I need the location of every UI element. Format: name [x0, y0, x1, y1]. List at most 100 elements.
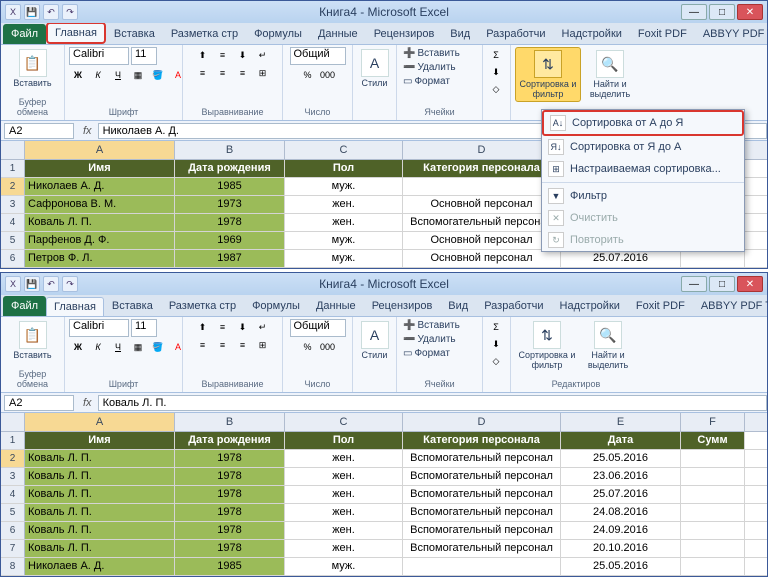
tab-data[interactable]: Данные [308, 296, 364, 316]
align-center-button[interactable]: ≡ [214, 337, 232, 353]
col-header-f[interactable]: F [681, 413, 745, 431]
cell-gender[interactable]: жен. [285, 504, 403, 521]
cell-date[interactable]: 25.05.2016 [561, 450, 681, 467]
col-header-c[interactable]: C [285, 413, 403, 431]
cell-category[interactable]: Основной персонал [403, 232, 561, 249]
cell-dob[interactable]: 1978 [175, 450, 285, 467]
row-header[interactable]: 5 [1, 504, 25, 521]
tab-page-layout[interactable]: Разметка стр [161, 296, 244, 316]
excel-icon[interactable]: X [5, 276, 21, 292]
wrap-text-button[interactable]: ↵ [254, 47, 272, 63]
tab-file[interactable]: Файл [3, 24, 46, 44]
cell-category[interactable]: Вспомогательный персонал [403, 486, 561, 503]
cell-name[interactable]: Сафронова В. М. [25, 196, 175, 213]
cell-dob[interactable]: 1978 [175, 504, 285, 521]
tab-foxit[interactable]: Foxit PDF [630, 24, 695, 44]
tab-insert[interactable]: Вставка [106, 24, 163, 44]
row-header[interactable]: 6 [1, 522, 25, 539]
maximize-button[interactable]: □ [709, 276, 735, 292]
col-header-b[interactable]: B [175, 141, 285, 159]
sort-filter-button[interactable]: ⇅Сортировка и фильтр [515, 319, 579, 372]
spreadsheet-grid[interactable]: A B C D E F 1 Имя Дата рождения Пол Кате… [1, 413, 767, 576]
clear-filter-item[interactable]: ✕ Очистить [542, 207, 744, 229]
fill-button[interactable]: ⬇ [487, 64, 505, 80]
undo-icon[interactable]: ↶ [43, 276, 59, 292]
cell-name[interactable]: Коваль Л. П. [25, 522, 175, 539]
header-category[interactable]: Категория персонала [403, 160, 561, 177]
cell-date[interactable]: 25.05.2016 [561, 558, 681, 575]
cell-name[interactable]: Коваль Л. П. [25, 450, 175, 467]
tab-review[interactable]: Рецензиров [364, 296, 441, 316]
align-right-button[interactable]: ≡ [234, 337, 252, 353]
comma-button[interactable]: 000 [319, 339, 337, 355]
cell-gender[interactable]: муж. [285, 178, 403, 195]
cell-gender[interactable]: муж. [285, 250, 403, 267]
format-cells-button[interactable]: ▭Формат [401, 347, 478, 360]
cell-sum[interactable] [681, 250, 745, 267]
col-header-d[interactable]: D [403, 141, 561, 159]
fill-color-button[interactable]: 🪣 [149, 339, 167, 355]
tab-addins[interactable]: Надстройки [554, 24, 630, 44]
number-format-select[interactable]: Общий [290, 47, 346, 65]
row-header[interactable]: 4 [1, 214, 25, 231]
number-format-select[interactable]: Общий [290, 319, 346, 337]
tab-insert[interactable]: Вставка [104, 296, 161, 316]
col-header-a[interactable]: A [25, 413, 175, 431]
redo-icon[interactable]: ↷ [62, 4, 78, 20]
close-button[interactable]: ✕ [737, 276, 763, 292]
minimize-button[interactable]: — [681, 276, 707, 292]
name-box[interactable]: A2 [4, 395, 74, 411]
reapply-item[interactable]: ↻ Повторить [542, 229, 744, 251]
save-icon[interactable]: 💾 [24, 4, 40, 20]
font-size-select[interactable]: 11 [131, 47, 157, 65]
align-bottom-button[interactable]: ⬇ [234, 319, 252, 335]
cell-gender[interactable]: жен. [285, 522, 403, 539]
cell-name[interactable]: Николаев А. Д. [25, 558, 175, 575]
currency-button[interactable]: % [299, 339, 317, 355]
font-size-select[interactable]: 11 [131, 319, 157, 337]
cell-sum[interactable] [681, 468, 745, 485]
header-date[interactable]: Дата [561, 432, 681, 449]
cell-gender[interactable]: муж. [285, 558, 403, 575]
close-button[interactable]: ✕ [737, 4, 763, 20]
formula-input[interactable]: Коваль Л. П. [98, 395, 767, 411]
border-button[interactable]: ▦ [129, 339, 147, 355]
styles-button[interactable]: AСтили [357, 319, 392, 362]
find-select-button[interactable]: 🔍Найти и выделить [581, 319, 635, 372]
cell-name[interactable]: Николаев А. Д. [25, 178, 175, 195]
cell-name[interactable]: Коваль Л. П. [25, 468, 175, 485]
cell-dob[interactable]: 1973 [175, 196, 285, 213]
cell-name[interactable]: Парфенов Д. Ф. [25, 232, 175, 249]
cell-gender[interactable]: жен. [285, 196, 403, 213]
tab-page-layout[interactable]: Разметка стр [163, 24, 246, 44]
cell-category[interactable]: Вспомогательный персонал [403, 214, 561, 231]
paste-button[interactable]: 📋 Вставить [5, 47, 60, 90]
merge-button[interactable]: ⊞ [254, 337, 272, 353]
cell-category[interactable]: Основной персонал [403, 250, 561, 267]
clear-button[interactable]: ◇ [487, 353, 505, 369]
autosum-button[interactable]: Σ [487, 47, 505, 63]
cell-name[interactable]: Коваль Л. П. [25, 214, 175, 231]
align-top-button[interactable]: ⬆ [194, 47, 212, 63]
col-header-e[interactable]: E [561, 413, 681, 431]
bold-button[interactable]: Ж [69, 339, 87, 355]
col-header-b[interactable]: B [175, 413, 285, 431]
tab-view[interactable]: Вид [442, 24, 478, 44]
merge-button[interactable]: ⊞ [254, 65, 272, 81]
tab-developer[interactable]: Разработчи [478, 24, 553, 44]
cell-dob[interactable]: 1978 [175, 468, 285, 485]
custom-sort-item[interactable]: ⊞ Настраиваемая сортировка... [542, 158, 744, 180]
header-category[interactable]: Категория персонала [403, 432, 561, 449]
underline-button[interactable]: Ч [109, 339, 127, 355]
cell-dob[interactable]: 1987 [175, 250, 285, 267]
excel-icon[interactable]: X [5, 4, 21, 20]
bold-button[interactable]: Ж [69, 67, 87, 83]
tab-developer[interactable]: Разработчи [476, 296, 551, 316]
cell-name[interactable]: Петров Ф. Л. [25, 250, 175, 267]
insert-cells-button[interactable]: ➕Вставить [401, 319, 478, 332]
row-header[interactable]: 5 [1, 232, 25, 249]
cell-date[interactable]: 25.07.2016 [561, 486, 681, 503]
tab-file[interactable]: Файл [3, 296, 46, 316]
italic-button[interactable]: К [89, 339, 107, 355]
cell-category[interactable]: Основной персонал [403, 196, 561, 213]
